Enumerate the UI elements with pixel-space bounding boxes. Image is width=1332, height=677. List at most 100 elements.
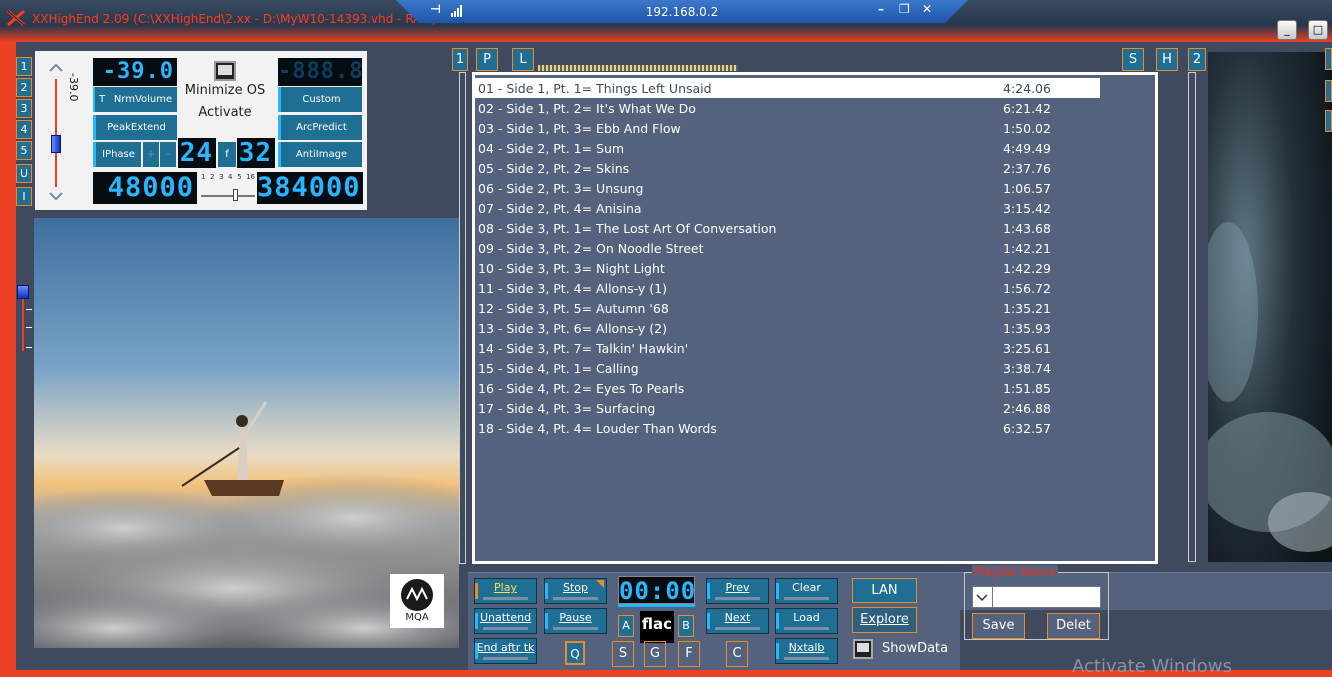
playlist-name-select[interactable] <box>972 586 1101 608</box>
activate-button[interactable]: Activate <box>183 105 267 120</box>
stop-button[interactable]: Stop <box>544 578 607 604</box>
left-button-i[interactable]: I <box>16 187 32 206</box>
prev-button[interactable]: Prev <box>706 578 769 604</box>
playlist-row[interactable]: 09 - Side 3, Pt. 2= On Noodle Street 1:42… <box>475 238 1100 258</box>
minus-button[interactable]: - <box>160 142 176 167</box>
p-button[interactable]: P <box>476 48 498 71</box>
save-playlist-button[interactable]: Save <box>972 613 1025 639</box>
play-button[interactable]: Play <box>474 578 537 604</box>
rdp-minimize-icon[interactable]: – <box>878 2 884 16</box>
custom-button[interactable]: Custom <box>278 87 362 112</box>
next-label: Next <box>724 611 751 624</box>
playlist-row[interactable]: 01 - Side 1, Pt. 1= Things Left Unsaid 4:… <box>475 78 1100 98</box>
right-edge-button-1[interactable] <box>1325 48 1332 70</box>
next-button[interactable]: Next <box>706 608 769 634</box>
playlist-row[interactable]: 10 - Side 3, Pt. 3= Night Light 1:42.29 <box>475 258 1100 278</box>
playlist-row[interactable]: 07 - Side 2, Pt. 4= Anisina 3:15.42 <box>475 198 1100 218</box>
minimize-button[interactable]: _ <box>1277 20 1297 40</box>
restore-button[interactable]: □ <box>1308 20 1328 40</box>
playlist-row[interactable]: 11 - Side 3, Pt. 4= Allons-y (1) 1:56.72 <box>475 278 1100 298</box>
anti-image-button[interactable]: AntiImage <box>278 142 362 167</box>
clear-button[interactable]: Clear <box>775 578 838 604</box>
g-button[interactable]: G <box>644 641 666 667</box>
filter-slider[interactable]: 1 2 3 4 5 16 <box>201 173 255 203</box>
volume-slider-handle[interactable] <box>51 135 61 153</box>
unattend-button[interactable]: Unattend <box>474 608 537 634</box>
playlist-row[interactable]: 15 - Side 4, Pt. 1= Calling 3:38.74 <box>475 358 1100 378</box>
left-button-u[interactable]: U <box>16 164 32 183</box>
right-edge-button-3[interactable] <box>1325 110 1332 132</box>
t-button[interactable]: T <box>93 87 109 112</box>
s-transport-button[interactable]: S <box>612 641 634 667</box>
playlist-row[interactable]: 13 - Side 3, Pt. 6= Allons-y (2) 1:35.93 <box>475 318 1100 338</box>
left-button-3[interactable]: 3 <box>16 99 32 118</box>
left-button-4[interactable]: 4 <box>16 120 32 139</box>
right-edge-button-2[interactable] <box>1325 80 1332 102</box>
playlist-row[interactable]: 12 - Side 3, Pt. 5= Autumn '68 1:35.21 <box>475 298 1100 318</box>
progress-strip[interactable] <box>538 65 738 71</box>
playlist-row[interactable]: 16 - Side 4, Pt. 2= Eyes To Pearls 1:51.8… <box>475 378 1100 398</box>
f-button[interactable]: F <box>678 641 700 667</box>
panel-2-button[interactable]: 2 <box>1188 48 1206 71</box>
filter-f-button[interactable]: f <box>218 142 236 167</box>
prev-label: Prev <box>725 581 750 594</box>
h-button[interactable]: H <box>1156 48 1178 71</box>
flac-label: flac <box>641 615 673 633</box>
playlist-row[interactable]: 05 - Side 2, Pt. 2= Skins 2:37.76 <box>475 158 1100 178</box>
playlist-row[interactable]: 17 - Side 4, Pt. 3= Surfacing 2:46.88 <box>475 398 1100 418</box>
chevron-up-icon[interactable] <box>49 63 63 73</box>
panel-1-button[interactable]: 1 <box>452 48 468 71</box>
pause-button[interactable]: Pause <box>544 608 607 634</box>
playlist-row[interactable]: 04 - Side 2, Pt. 1= Sum 4:49.49 <box>475 138 1100 158</box>
explore-button[interactable]: Explore <box>852 607 917 633</box>
secondary-volume-handle[interactable] <box>17 285 29 299</box>
time-progress-bar[interactable] <box>618 604 695 607</box>
playlist-row[interactable]: 14 - Side 3, Pt. 7= Talkin' Hawkin' 3:25.… <box>475 338 1100 358</box>
secondary-volume-slider[interactable] <box>16 283 34 353</box>
plus-button[interactable]: + <box>143 142 159 167</box>
s-button[interactable]: S <box>1122 48 1144 71</box>
playlist-row[interactable]: 03 - Side 1, Pt. 3= Ebb And Flow 1:50.02 <box>475 118 1100 138</box>
rdp-restore-icon[interactable]: ❐ <box>899 2 910 16</box>
left-button-1[interactable]: 1 <box>16 57 32 76</box>
next-album-button[interactable]: Nxtalb <box>775 638 838 664</box>
left-button-2[interactable]: 2 <box>16 78 32 97</box>
nrm-volume-button[interactable]: NrmVolume <box>109 87 177 112</box>
iphase-button[interactable]: IPhase <box>93 142 141 167</box>
right-panel-divider[interactable] <box>1188 72 1196 562</box>
playlist-row[interactable]: 06 - Side 2, Pt. 3= Unsung 1:06.57 <box>475 178 1100 198</box>
track-title: 09 - Side 3, Pt. 2= On Noodle Street <box>478 241 704 256</box>
rdp-close-icon[interactable]: ✕ <box>922 2 932 16</box>
filter-slider-handle[interactable] <box>233 189 238 201</box>
window-title: XXHighEnd 2.09 (C:\XXHighEnd\2.xx - D:\M… <box>32 12 437 26</box>
a-button[interactable]: A <box>618 615 634 637</box>
track-duration: 1:56.72 <box>1003 281 1051 296</box>
track-title: 11 - Side 3, Pt. 4= Allons-y (1) <box>478 281 668 296</box>
playlist-row[interactable]: 18 - Side 4, Pt. 4= Louder Than Words 6:3… <box>475 418 1100 438</box>
track-title: 13 - Side 3, Pt. 6= Allons-y (2) <box>478 321 668 336</box>
q-button[interactable]: Q <box>565 641 585 665</box>
mqa-label: MQA <box>405 612 429 623</box>
volume-display: -39.0 <box>93 58 177 86</box>
playlist-row[interactable]: 08 - Side 3, Pt. 1= The Lost Art Of Conv… <box>475 218 1100 238</box>
chevron-down-icon[interactable] <box>49 191 63 201</box>
minimize-os-icon[interactable] <box>214 61 236 81</box>
c-button[interactable]: C <box>726 641 748 667</box>
arc-predict-button[interactable]: ArcPredict <box>278 115 362 140</box>
load-button[interactable]: Load <box>775 608 838 634</box>
track-title: 18 - Side 4, Pt. 4= Louder Than Words <box>478 421 717 436</box>
lan-button[interactable]: LAN <box>852 578 917 603</box>
dsp-panel: -39.0 -39.0 Minimize OS Activate -888.8 … <box>35 51 367 210</box>
delete-playlist-button[interactable]: Delet <box>1047 613 1100 639</box>
track-title: 02 - Side 1, Pt. 2= It's What We Do <box>478 101 696 116</box>
playlist-row[interactable]: 02 - Side 1, Pt. 2= It's What We Do 6:21.… <box>475 98 1100 118</box>
left-button-5[interactable]: 5 <box>16 141 32 160</box>
l-button[interactable]: L <box>512 48 534 71</box>
peak-extend-button[interactable]: PeakExtend <box>93 115 177 140</box>
track-duration: 2:46.88 <box>1003 401 1051 416</box>
left-panel-divider[interactable] <box>459 72 466 564</box>
end-after-track-button[interactable]: End aftr tk <box>474 638 537 664</box>
b-button[interactable]: B <box>678 615 694 637</box>
track-title: 06 - Side 2, Pt. 3= Unsung <box>478 181 644 196</box>
show-data-checkbox[interactable] <box>853 639 873 659</box>
